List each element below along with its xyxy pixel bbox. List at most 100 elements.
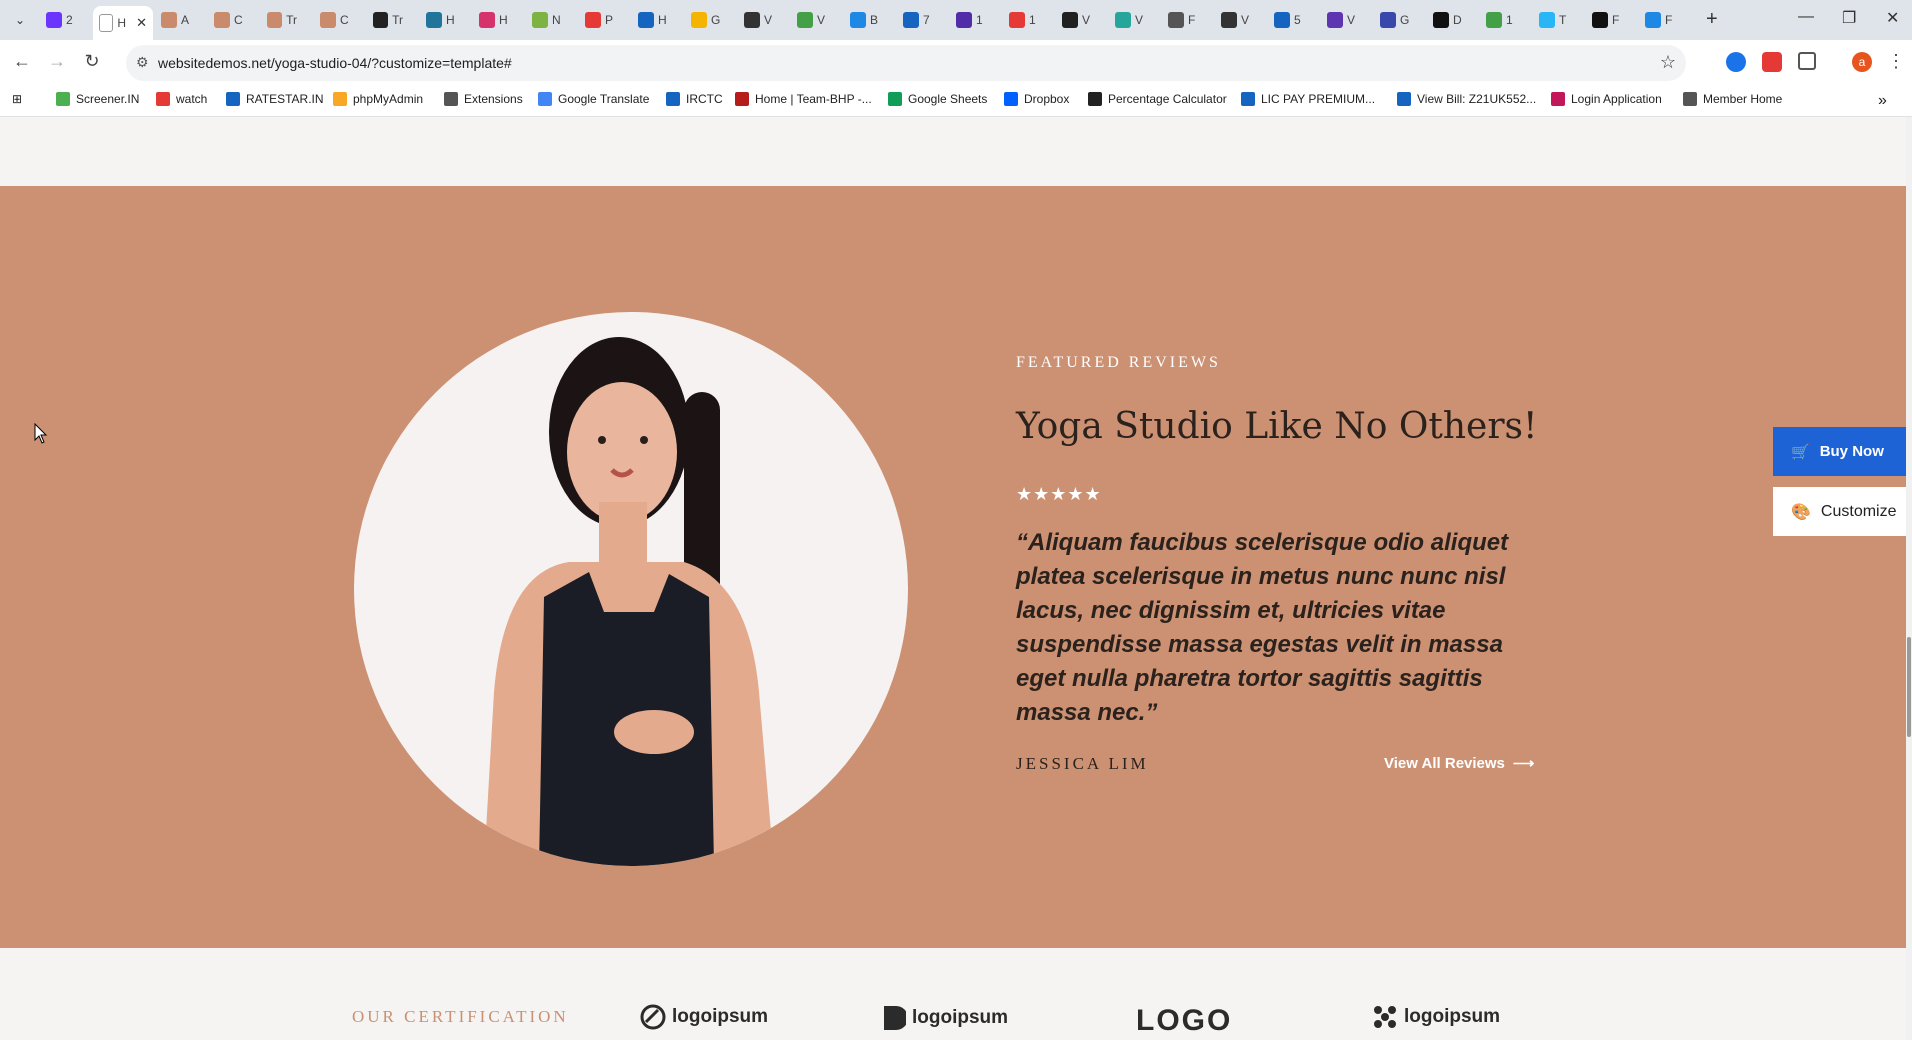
page-viewport: FEATURED REVIEWS Yoga Studio Like No Oth…: [0, 117, 1906, 1040]
partner-logo: logoipsum: [882, 1004, 1008, 1032]
bookmark-item[interactable]: watch: [156, 92, 207, 106]
bookmark-item[interactable]: RATESTAR.IN: [226, 92, 324, 106]
extension-icon[interactable]: [1726, 52, 1746, 72]
browser-tab[interactable]: G: [1374, 6, 1416, 34]
tab-title: H: [446, 13, 455, 27]
page-scrollbar[interactable]: [1906, 117, 1912, 1040]
tab-title: H: [658, 13, 667, 27]
browser-tab[interactable]: V: [791, 6, 833, 34]
scrollbar-thumb[interactable]: [1907, 637, 1911, 737]
bookmark-item[interactable]: Member Home: [1683, 92, 1782, 106]
close-window-icon[interactable]: ✕: [1886, 8, 1899, 28]
partner-logo: LOGO: [1136, 1004, 1232, 1038]
shield-extension-icon[interactable]: [1762, 52, 1782, 72]
bookmark-item[interactable]: Extensions: [444, 92, 523, 106]
browser-tab[interactable]: T: [1533, 6, 1575, 34]
partner-logo: logoipsum: [1372, 1004, 1500, 1030]
browser-tab[interactable]: C: [208, 6, 250, 34]
bookmark-item[interactable]: Login Application: [1551, 92, 1662, 106]
restore-icon[interactable]: ❐: [1842, 8, 1856, 28]
browser-tab[interactable]: 1: [1003, 6, 1045, 34]
bookmark-favicon-icon: [1088, 92, 1102, 106]
browser-tab[interactable]: F: [1162, 6, 1204, 34]
browser-tab[interactable]: V: [1056, 6, 1098, 34]
browser-tab[interactable]: 5: [1268, 6, 1310, 34]
profile-avatar[interactable]: a: [1852, 52, 1872, 72]
tab-favicon-icon: [267, 12, 283, 28]
browser-tab[interactable]: N: [526, 6, 568, 34]
tab-favicon-icon: [903, 12, 919, 28]
view-all-reviews-link[interactable]: View All Reviews ⟶: [1384, 754, 1534, 773]
browser-tab[interactable]: A: [155, 6, 197, 34]
browser-tab[interactable]: H: [473, 6, 515, 34]
tab-search-icon[interactable]: ⌄: [10, 10, 30, 30]
tab-title: 1: [976, 13, 983, 27]
back-icon[interactable]: ←: [10, 51, 34, 72]
section-title: Yoga Studio Like No Others!: [1016, 406, 1538, 447]
bookmark-item[interactable]: Screener.IN: [56, 92, 139, 106]
bookmark-item[interactable]: Dropbox: [1004, 92, 1069, 106]
forward-icon[interactable]: →: [45, 51, 69, 72]
browser-tab[interactable]: F: [1586, 6, 1628, 34]
tab-favicon-icon: [850, 12, 866, 28]
browser-tab[interactable]: H ✕: [93, 6, 153, 40]
browser-tab[interactable]: F: [1639, 6, 1681, 34]
bookmark-item[interactable]: LIC PAY PREMIUM...: [1241, 92, 1375, 106]
browser-tab[interactable]: 1: [950, 6, 992, 34]
browser-tab[interactable]: 2: [40, 6, 82, 34]
bookmark-item[interactable]: Google Sheets: [888, 92, 987, 106]
tab-title: H: [499, 13, 508, 27]
review-quote: “Aliquam faucibus scelerisque odio aliqu…: [1016, 529, 1509, 726]
browser-tab[interactable]: 7: [897, 6, 939, 34]
bookmark-label: IRCTC: [686, 92, 723, 106]
bookmark-star-icon[interactable]: ☆: [1660, 52, 1676, 73]
browser-tab[interactable]: V: [738, 6, 780, 34]
browser-tab[interactable]: Tr: [367, 6, 409, 34]
url-text[interactable]: websitedemos.net/yoga-studio-04/?customi…: [158, 55, 512, 71]
tab-close-icon[interactable]: ✕: [136, 15, 147, 31]
browser-tab[interactable]: V: [1109, 6, 1151, 34]
bookmark-item[interactable]: View Bill: Z21UK552...: [1397, 92, 1536, 106]
browser-tab[interactable]: D: [1427, 6, 1469, 34]
bookmark-item[interactable]: IRCTC: [666, 92, 723, 106]
bookmark-favicon-icon: [1551, 92, 1565, 106]
address-bar[interactable]: ⚙ websitedemos.net/yoga-studio-04/?custo…: [126, 45, 1686, 81]
browser-tab[interactable]: V: [1215, 6, 1257, 34]
new-tab-button[interactable]: +: [1706, 8, 1718, 31]
browser-tab[interactable]: P: [579, 6, 621, 34]
bookmark-item[interactable]: Home | Team-BHP -...: [735, 92, 872, 106]
tab-title: G: [711, 13, 721, 27]
browser-tab[interactable]: V: [1321, 6, 1363, 34]
browser-tab[interactable]: B: [844, 6, 886, 34]
browser-tab[interactable]: C: [314, 6, 356, 34]
browser-tab[interactable]: H: [632, 6, 674, 34]
bookmark-favicon-icon: [1683, 92, 1697, 106]
tab-favicon-icon: [320, 12, 336, 28]
browser-tab[interactable]: 1: [1480, 6, 1522, 34]
customize-label: Customize: [1820, 502, 1897, 520]
bookmark-label: Screener.IN: [76, 92, 140, 106]
bookmark-label: phpMyAdmin: [353, 92, 424, 106]
apps-grid-icon[interactable]: ⊞: [12, 92, 22, 106]
buy-now-button[interactable]: 🛒 Buy Now: [1773, 427, 1906, 476]
tab-favicon-icon: [1009, 12, 1025, 28]
tab-strip: ⌄ 2 H ✕ A C Tr C Tr H H N P H G V V B 7 1 1 V V F V 5 V G D 1 T F F + —…: [0, 0, 1912, 40]
reload-icon[interactable]: ↻: [80, 51, 104, 72]
browser-tab[interactable]: H: [420, 6, 462, 34]
browser-tab[interactable]: Tr: [261, 6, 303, 34]
bookmark-item[interactable]: Percentage Calculator: [1088, 92, 1227, 106]
bookmark-favicon-icon: [735, 92, 749, 106]
tab-favicon-icon: [691, 12, 707, 28]
bookmark-item[interactable]: phpMyAdmin: [333, 92, 423, 106]
minimize-icon[interactable]: —: [1798, 8, 1814, 26]
browser-tab[interactable]: G: [685, 6, 727, 34]
tab-title: C: [340, 13, 349, 27]
customize-button[interactable]: 🎨 Customize: [1773, 487, 1906, 536]
site-info-icon[interactable]: ⚙: [136, 54, 149, 71]
bookmark-favicon-icon: [1241, 92, 1255, 106]
tab-favicon-icon: [479, 12, 495, 28]
kebab-menu-icon[interactable]: ⋮: [1884, 51, 1908, 72]
more-bookmarks-icon[interactable]: »: [1878, 92, 1887, 110]
bookmark-item[interactable]: Google Translate: [538, 92, 649, 106]
puzzle-icon[interactable]: [1798, 52, 1816, 70]
